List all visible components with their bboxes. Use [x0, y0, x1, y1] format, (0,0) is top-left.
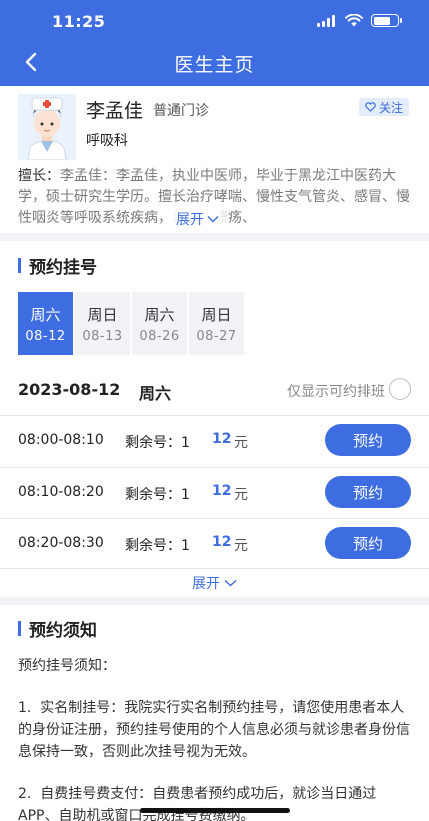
slot-remaining: 剩余号：1	[125, 435, 190, 451]
booking-section: 预约挂号 周六 08-12 周日 08-13 周六 08-26 周日 08-27…	[0, 241, 429, 597]
date-tab[interactable]: 周日 08-27	[189, 292, 244, 355]
book-button[interactable]: 预约	[325, 527, 411, 559]
slot-price: 12	[212, 534, 232, 550]
title-accent-bar	[18, 258, 21, 273]
notice-item: 2. 自费挂号费支付：自费患者预约成功后，就诊当日通过APP、自助机或窗口完成挂…	[18, 786, 377, 821]
notice-item: 1. 实名制挂号：我院实行实名制预约挂号，请您使用患者本人的身份证注册，预约挂号…	[18, 700, 410, 760]
follow-label: 关注	[378, 100, 403, 115]
slot-time: 08:10-08:20	[18, 484, 104, 500]
time-slot-row: 08:10-08:20 剩余号：1 12 元 预约	[0, 468, 429, 519]
expand-slots-button[interactable]: 展开	[0, 573, 429, 593]
date-tab[interactable]: 周日 08-13	[75, 292, 130, 355]
home-indicator	[140, 808, 290, 813]
only-available-label: 仅显示可约排班	[287, 384, 385, 400]
book-button[interactable]: 预约	[325, 424, 411, 456]
heart-icon	[365, 102, 376, 112]
divider	[0, 568, 429, 569]
notice-title-text: 预约须知	[29, 621, 97, 641]
booking-title-text: 预约挂号	[29, 258, 97, 278]
selected-date: 2023-08-12	[18, 380, 121, 399]
date-tab[interactable]: 周六 08-26	[132, 292, 187, 355]
title-accent-bar	[18, 621, 21, 636]
date-tab[interactable]: 周六 08-12	[18, 292, 73, 355]
time-slot-row: 08:20-08:30 剩余号：1 12 元 预约	[0, 519, 429, 570]
selected-weekday: 周六	[139, 384, 172, 403]
status-time: 11:25	[52, 12, 106, 31]
expand-intro-button[interactable]: 展开	[168, 209, 227, 229]
slot-price: 12	[212, 431, 232, 447]
date-tab-week: 周日	[201, 305, 232, 324]
book-button[interactable]: 预约	[325, 476, 411, 508]
slot-time: 08:20-08:30	[18, 535, 104, 551]
status-icons	[317, 14, 402, 27]
slot-price-unit: 元	[234, 487, 248, 503]
status-bar: 11:25	[0, 0, 429, 44]
date-tab-week: 周日	[87, 305, 118, 324]
slot-price: 12	[212, 483, 232, 499]
only-available-toggle[interactable]	[389, 378, 411, 400]
booking-section-title: 预约挂号	[18, 253, 97, 278]
slot-remaining: 剩余号：1	[125, 538, 190, 554]
chevron-down-icon	[224, 579, 237, 587]
page-title: 医生主页	[174, 54, 255, 76]
slot-price-unit: 元	[234, 435, 248, 451]
slot-remaining: 剩余号：1	[125, 487, 190, 503]
date-tab-date: 08-12	[25, 328, 66, 344]
date-tab-week: 周六	[30, 305, 61, 324]
doctor-name: 李孟佳	[86, 100, 144, 122]
notice-section-title: 预约须知	[18, 616, 97, 641]
notice-heading: 预约挂号须知：	[18, 658, 116, 674]
signal-icon	[317, 14, 337, 27]
clinic-type: 普通门诊	[153, 103, 209, 119]
wifi-icon	[345, 14, 363, 27]
specialty-label: 擅长：	[18, 168, 60, 184]
date-tab-date: 08-27	[196, 328, 237, 344]
expand-intro-label: 展开	[176, 212, 204, 228]
department: 呼吸科	[86, 133, 128, 149]
doctor-profile-card: 李孟佳 普通门诊 关注 呼吸科 擅长：李孟佳：李孟佳，执业中医师，毕业于黑龙江中…	[0, 86, 429, 233]
battery-icon	[371, 14, 402, 27]
date-tab-week: 周六	[144, 305, 175, 324]
date-tabs: 周六 08-12 周日 08-13 周六 08-26 周日 08-27	[18, 292, 244, 355]
follow-button[interactable]: 关注	[358, 98, 409, 116]
slot-price-unit: 元	[234, 538, 248, 554]
expand-slots-label: 展开	[192, 576, 220, 592]
time-slot-row: 08:00-08:10 剩余号：1 12 元 预约	[0, 416, 429, 467]
date-tab-date: 08-13	[82, 328, 123, 344]
slot-time: 08:00-08:10	[18, 432, 104, 448]
chevron-down-icon	[207, 216, 219, 223]
top-bar: 11:25 医生主页	[0, 0, 429, 86]
date-tab-date: 08-26	[139, 328, 180, 344]
notice-section: 预约须知 预约挂号须知： 1. 实名制挂号：我院实行实名制预约挂号，请您使用患者…	[0, 605, 429, 821]
doctor-avatar	[18, 94, 76, 160]
